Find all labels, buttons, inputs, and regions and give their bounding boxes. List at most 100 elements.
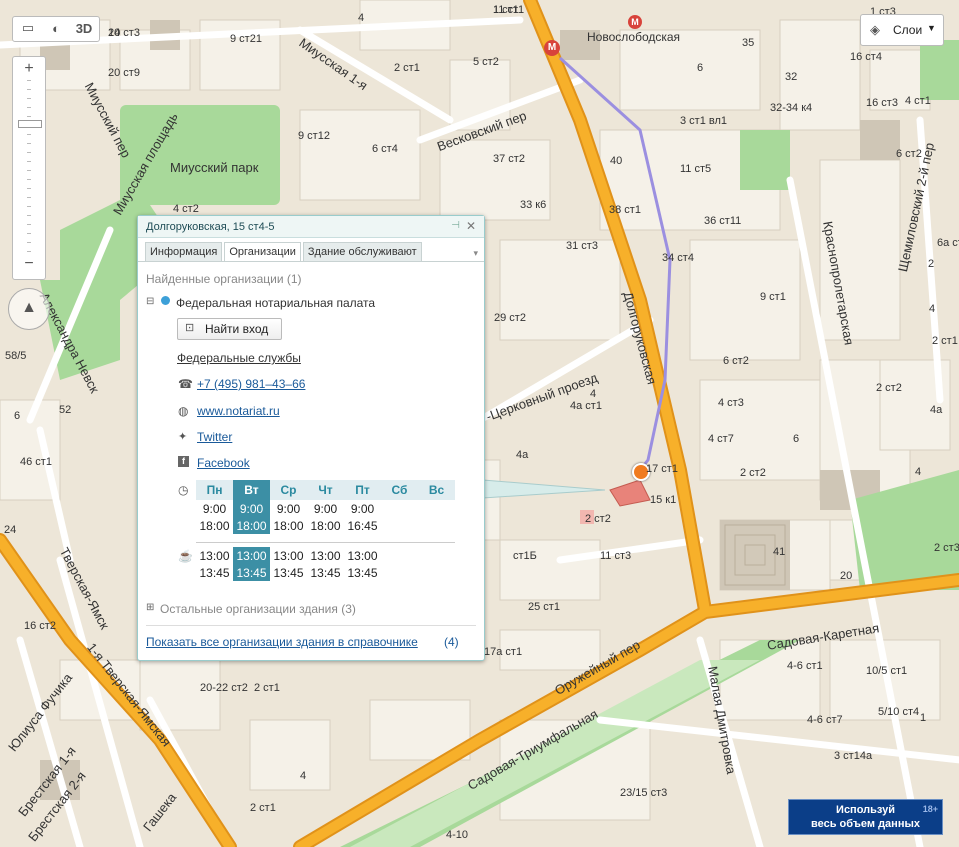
divider — [146, 625, 476, 626]
pin-icon[interactable]: ⊣ — [451, 220, 460, 231]
promo-banner[interactable]: Используй весь объем данных 18+ — [788, 799, 943, 835]
schedule-day: Вс — [418, 480, 455, 500]
house-number-label: 20 — [840, 570, 853, 582]
schedule-time: 16:45 — [347, 518, 378, 533]
schedule-time: 9:00 — [350, 501, 375, 516]
tab-building-services[interactable]: Здание обслуживают — [302, 242, 422, 262]
zoom-slider[interactable] — [27, 80, 31, 260]
schedule-time: 9:00 — [202, 501, 227, 516]
show-all-count: (4) — [444, 635, 459, 649]
house-number-label: 9 ст1 — [760, 291, 786, 303]
house-number-label: 52 — [59, 404, 72, 416]
schedule-day: Вт — [233, 480, 270, 500]
schedule-time — [381, 564, 418, 581]
house-number-label: 37 ст2 — [493, 153, 525, 165]
house-number-label: 25 ст1 — [528, 601, 560, 613]
schedule-time: 13:45 — [310, 565, 341, 580]
house-number-label: 1 ст1 — [493, 4, 519, 16]
house-number-label: 23/15 ст3 — [620, 787, 668, 799]
facebook-link[interactable]: Facebook — [197, 456, 250, 470]
schedule-time — [381, 547, 418, 564]
ruler-icon[interactable]: ▭ — [18, 19, 38, 37]
house-number-label: 4 ст1 — [905, 95, 931, 107]
balloon-icon — [161, 296, 170, 305]
house-number-label: 16 ст3 — [866, 97, 898, 109]
house-number-label: 4 ст7 — [708, 433, 734, 445]
house-number-label: 58/5 — [5, 350, 27, 362]
org-name[interactable]: Федеральная нотариальная палата — [176, 296, 375, 310]
schedule-time — [418, 564, 455, 581]
house-number-label: 4а ст1 — [570, 400, 602, 412]
other-orgs[interactable]: Остальные организации здания (3) — [160, 602, 356, 616]
house-number-label: 5/10 ст4 — [878, 706, 920, 718]
schedule-day: Ср — [270, 480, 307, 500]
phone-link[interactable]: +7 (495) 981–43–66 — [197, 377, 305, 391]
promo-line2: весь объем данных — [811, 818, 920, 830]
house-number-label: 36 ст11 — [704, 215, 742, 227]
find-entrance-button[interactable]: ⊡ Найти вход — [177, 318, 282, 340]
house-number-label: 15 к1 — [650, 494, 677, 506]
promo-line1: Используй — [836, 804, 895, 816]
schedule-time: 13:45 — [199, 565, 230, 580]
zoom-in-button[interactable]: + — [18, 60, 40, 78]
house-number-label: 4 ст2 — [173, 203, 199, 215]
house-number-label: 9 ст12 — [298, 130, 330, 142]
tab-organizations[interactable]: Организации — [224, 242, 301, 262]
house-number-label: 4 — [929, 303, 936, 315]
twitter-link[interactable]: Twitter — [197, 430, 232, 444]
house-number-label: 6 — [14, 410, 21, 422]
tab-info[interactable]: Информация — [145, 242, 223, 262]
house-number-label: 31 ст3 — [566, 240, 598, 252]
house-number-label: 17а ст1 — [484, 646, 523, 658]
zoom-out-button[interactable]: − — [18, 255, 40, 273]
house-number-label: 6 — [697, 62, 704, 74]
popup-title: Долгоруковская, 15 ст4-5 — [138, 216, 484, 238]
phone-icon: ☎ — [178, 377, 193, 391]
website-link[interactable]: www.notariat.ru — [197, 404, 280, 418]
layers-icon: ◈ — [870, 22, 880, 37]
house-number-label: 6 — [793, 433, 800, 445]
schedule-time — [381, 500, 418, 517]
house-number-label: 34 ст4 — [662, 252, 694, 264]
collapse-icon[interactable]: ⊟ — [146, 296, 154, 307]
schedule-table: Пн Вт Ср Чт Пт Сб Вс 9:00 9:00 9:00 9:00 9:00 18:0… — [196, 480, 455, 581]
info-popup: Долгоруковская, 15 ст4-5 ⊣ ✕ Информация … — [137, 215, 485, 661]
street-label: Миусский парк — [170, 160, 259, 175]
schedule-time: 9:00 — [276, 501, 301, 516]
house-number-label: 2 ст2 — [585, 513, 611, 525]
schedule-time: 18:00 — [199, 518, 230, 533]
found-orgs-header: Найденные организации (1) — [146, 272, 302, 286]
compass-icon[interactable]: ▲ — [8, 288, 50, 330]
divider — [138, 261, 484, 262]
house-number-label: 11 ст5 — [680, 163, 712, 175]
house-number-label: ст1Б — [513, 550, 537, 562]
house-number-label: 2 ст1 — [932, 335, 958, 347]
metro-header[interactable]: М — [628, 14, 642, 29]
schedule-time: 13:00 — [233, 547, 270, 564]
metro-icon: М — [628, 15, 642, 29]
house-number-label: 40 — [610, 155, 623, 167]
close-icon[interactable]: ✕ — [466, 219, 476, 233]
schedule-time — [418, 517, 455, 534]
clock-icon: ◷ — [178, 483, 189, 497]
house-number-label: 20 ст9 — [108, 67, 140, 79]
category-label[interactable]: Федеральные службы — [177, 351, 301, 365]
house-number-label: 4 — [358, 12, 365, 24]
3d-button[interactable]: 3D — [72, 19, 96, 37]
metro-station[interactable]: М — [544, 39, 560, 56]
layers-button[interactable]: ◈ Слои ▼ — [860, 14, 944, 46]
expand-icon[interactable]: ⊞ — [146, 602, 154, 613]
show-all-link[interactable]: Показать все организации здания в справо… — [146, 635, 418, 649]
house-number-label: 2 ст2 — [740, 467, 766, 479]
twitter-icon: ✦ — [178, 431, 188, 443]
house-number-label: 2 ст1 — [254, 682, 280, 694]
tabs-more-icon[interactable]: ▾ — [473, 248, 478, 259]
house-number-label: 2 ст2 — [876, 382, 902, 394]
schedule-time — [418, 547, 455, 564]
house-number-label: 3 ст14а — [834, 750, 873, 762]
traffic-icon[interactable]: ◐ — [46, 19, 66, 37]
schedule-time: 9:00 — [313, 501, 338, 516]
house-number-label: 16 ст4 — [850, 51, 882, 63]
zoom-slider-handle[interactable] — [18, 120, 42, 128]
house-number-label: 4 ст3 — [718, 397, 744, 409]
